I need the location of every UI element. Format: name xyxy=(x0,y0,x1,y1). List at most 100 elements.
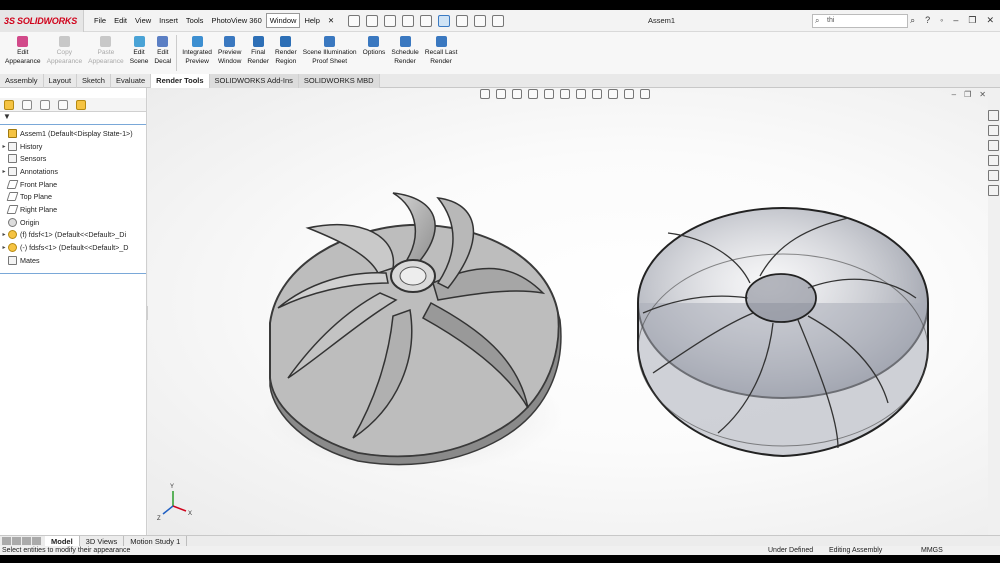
integrated-preview-button[interactable]: Integrated Preview xyxy=(179,32,215,66)
impeller-solid[interactable] xyxy=(263,192,563,473)
display-style-icon[interactable] xyxy=(576,89,586,99)
tab-addins[interactable]: SOLIDWORKS Add-Ins xyxy=(209,74,299,88)
save-icon[interactable] xyxy=(384,14,397,27)
view-palette-icon[interactable] xyxy=(988,155,999,166)
file-properties-icon[interactable] xyxy=(474,14,487,27)
solidworks-resources-icon[interactable] xyxy=(988,110,999,121)
schedule-render-button[interactable]: Schedule Render xyxy=(388,32,422,66)
edit-appearance-view-icon[interactable] xyxy=(608,89,618,99)
display-manager-tab-icon[interactable] xyxy=(76,99,86,110)
apply-scene-icon[interactable] xyxy=(624,89,634,99)
viewport-close-icon[interactable]: ✕ xyxy=(979,90,986,99)
expand-arrow-icon[interactable]: ▸ xyxy=(0,143,8,150)
paste-appearance-button[interactable]: Paste Appearance xyxy=(85,32,127,66)
tree-item[interactable]: Front Plane xyxy=(0,178,146,191)
user-icon[interactable]: ◦ xyxy=(940,15,943,26)
viewport-restore-icon[interactable]: ❐ xyxy=(964,90,971,99)
tab-evaluate[interactable]: Evaluate xyxy=(111,74,152,88)
menu-view[interactable]: View xyxy=(131,16,155,25)
expand-arrow-icon[interactable]: ▸ xyxy=(0,168,8,175)
tab-assembly[interactable]: Assembly xyxy=(0,74,44,88)
impeller-transparent[interactable] xyxy=(637,207,929,458)
close-icon[interactable]: ✕ xyxy=(986,15,994,26)
undo-icon[interactable] xyxy=(420,14,433,27)
filter-icon[interactable]: ▼ xyxy=(0,112,146,124)
search-icon[interactable]: ⌕ xyxy=(910,15,915,26)
viewport-minimize-icon[interactable]: – xyxy=(952,90,956,99)
model-viewport[interactable]: Y X Z xyxy=(148,88,988,535)
help-icon[interactable]: ? xyxy=(925,15,930,26)
menu-window[interactable]: Window xyxy=(265,13,301,28)
dynamic-annotation-icon[interactable] xyxy=(544,89,554,99)
next-tab-icon[interactable] xyxy=(22,537,31,545)
appearances-icon[interactable] xyxy=(988,170,999,181)
options-button[interactable]: Options xyxy=(360,32,389,58)
new-icon[interactable] xyxy=(348,14,361,27)
options-gear-icon[interactable] xyxy=(492,14,505,27)
expand-arrow-icon[interactable]: ▸ xyxy=(0,231,8,238)
tree-root[interactable]: Assem1 (Default<Display State-1>) xyxy=(0,127,146,140)
hide-show-items-icon[interactable] xyxy=(592,89,602,99)
tab-layout[interactable]: Layout xyxy=(44,74,78,88)
previous-view-icon[interactable] xyxy=(512,89,522,99)
view-settings-icon[interactable] xyxy=(640,89,650,99)
section-view-icon[interactable] xyxy=(528,89,538,99)
tab-model[interactable]: Model xyxy=(45,535,80,547)
menu-help[interactable]: Help xyxy=(300,16,323,25)
select-icon[interactable] xyxy=(438,14,451,27)
render-region-button[interactable]: Render Region xyxy=(272,32,300,66)
edit-decal-button[interactable]: Edit Decal xyxy=(151,32,174,66)
first-tab-icon[interactable] xyxy=(2,537,11,545)
view-orientation-icon[interactable] xyxy=(560,89,570,99)
graphics-area[interactable]: Y X Z xyxy=(148,88,988,535)
prev-tab-icon[interactable] xyxy=(12,537,21,545)
dimxpert-tab-icon[interactable] xyxy=(58,99,68,110)
property-manager-tab-icon[interactable] xyxy=(22,99,32,110)
rebuild-icon[interactable] xyxy=(456,14,469,27)
tab-3d-views[interactable]: 3D Views xyxy=(80,535,125,547)
file-explorer-icon[interactable] xyxy=(988,140,999,151)
menu-insert[interactable]: Insert xyxy=(155,16,182,25)
menu-tools[interactable]: Tools xyxy=(182,16,208,25)
final-render-button[interactable]: Final Render xyxy=(244,32,272,66)
proof-sheet-button[interactable]: Scene Illumination Proof Sheet xyxy=(300,32,360,66)
edit-scene-button[interactable]: Edit Scene xyxy=(127,32,152,66)
tab-sketch[interactable]: Sketch xyxy=(77,74,111,88)
status-mode[interactable]: Editing Assembly xyxy=(829,546,882,555)
recall-render-button[interactable]: Recall Last Render xyxy=(422,32,461,66)
tree-item[interactable]: ▸ History xyxy=(0,140,146,153)
tree-item[interactable]: Origin xyxy=(0,216,146,229)
last-tab-icon[interactable] xyxy=(32,537,41,545)
menu-edit[interactable]: Edit xyxy=(110,16,131,25)
tree-item[interactable]: ▸ (-) fdsfs<1> (Default<<Default>_D xyxy=(0,241,146,254)
custom-properties-icon[interactable] xyxy=(988,185,999,196)
menu-photoview[interactable]: PhotoView 360 xyxy=(207,16,265,25)
tab-mbd[interactable]: SOLIDWORKS MBD xyxy=(298,74,380,88)
preview-window-button[interactable]: Preview Window xyxy=(215,32,244,66)
configuration-manager-tab-icon[interactable] xyxy=(40,99,50,110)
tab-render-tools[interactable]: Render Tools xyxy=(151,74,210,88)
solidworks-logo[interactable]: 3S SOLIDWORKS xyxy=(0,9,84,32)
expand-arrow-icon[interactable]: ▸ xyxy=(0,244,8,251)
status-units[interactable]: MMGS xyxy=(921,546,943,555)
search-input[interactable]: ⌕ thi xyxy=(812,14,908,28)
feature-manager-tab-icon[interactable] xyxy=(4,99,14,110)
open-icon[interactable] xyxy=(366,14,379,27)
zoom-to-fit-icon[interactable] xyxy=(480,89,490,99)
tree-item[interactable]: ▸ Annotations xyxy=(0,165,146,178)
tree-item[interactable]: ▸ (f) fdsf<1> (Default<<Default>_Di xyxy=(0,229,146,242)
print-icon[interactable] xyxy=(402,14,415,27)
tab-motion-study[interactable]: Motion Study 1 xyxy=(124,535,188,547)
tree-item[interactable]: Mates xyxy=(0,254,146,267)
menu-file[interactable]: File xyxy=(90,16,110,25)
pin-icon[interactable]: ✕ xyxy=(324,16,338,25)
tree-item[interactable]: Sensors xyxy=(0,152,146,165)
design-library-icon[interactable] xyxy=(988,125,999,136)
copy-appearance-button[interactable]: Copy Appearance xyxy=(44,32,86,66)
zoom-to-area-icon[interactable] xyxy=(496,89,506,99)
coordinate-triad[interactable]: Y X Z xyxy=(157,484,192,522)
minimize-icon[interactable]: – xyxy=(953,15,958,26)
edit-appearance-button[interactable]: Edit Appearance xyxy=(2,32,44,66)
tree-item[interactable]: Right Plane xyxy=(0,203,146,216)
restore-icon[interactable]: ❐ xyxy=(968,15,976,26)
